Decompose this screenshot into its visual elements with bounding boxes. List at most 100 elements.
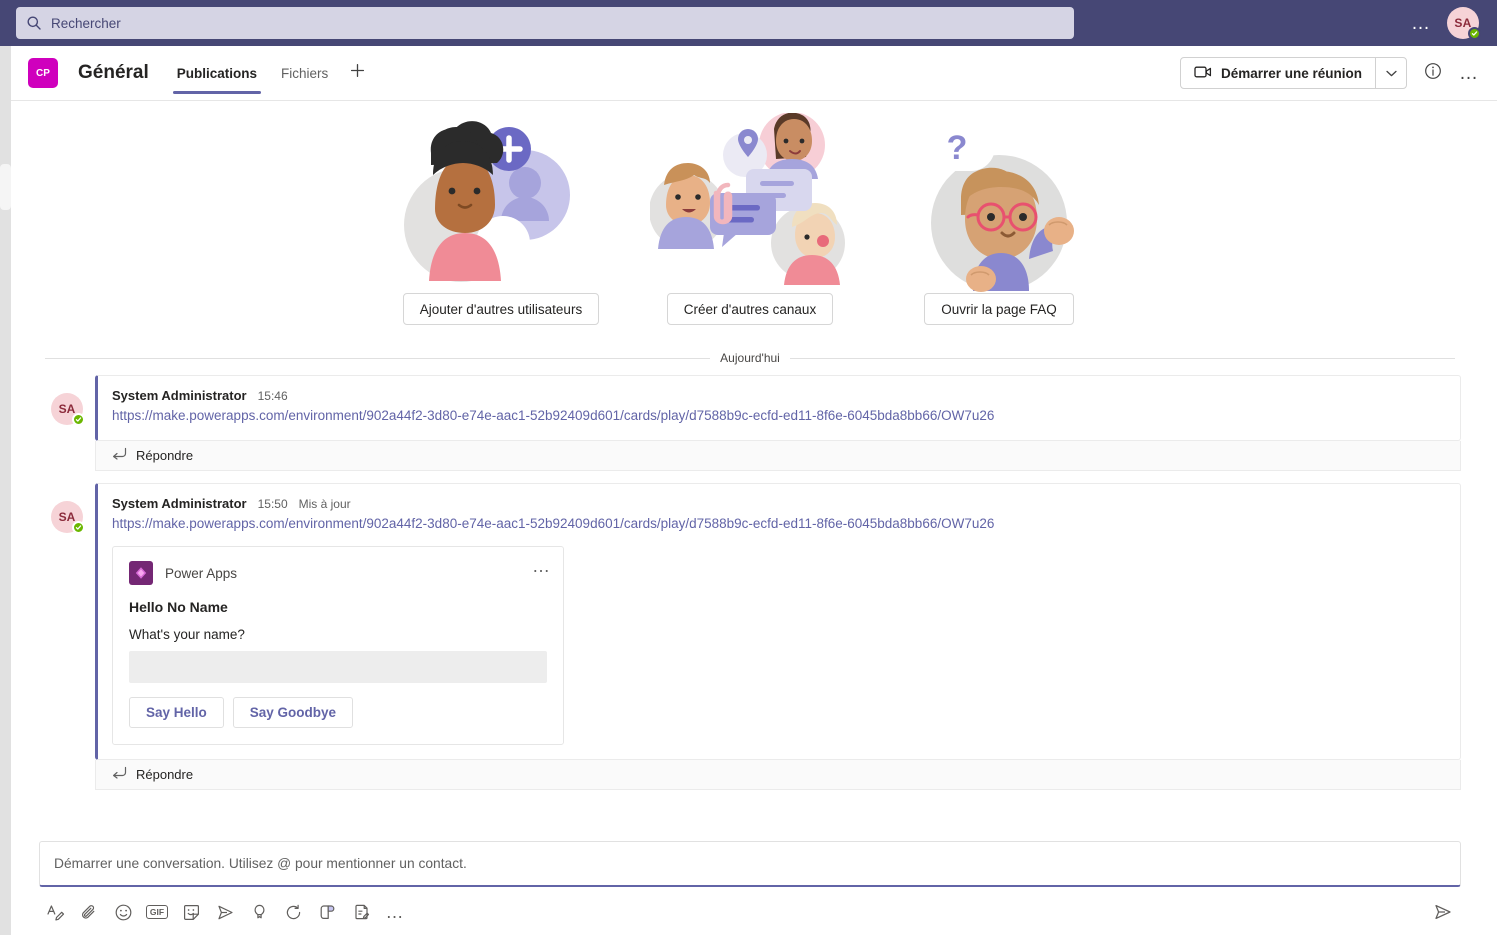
message-edited-label: Mis à jour (298, 497, 351, 511)
start-meeting-main[interactable]: Démarrer une réunion (1181, 58, 1375, 88)
day-divider: Aujourd'hui (39, 351, 1461, 365)
gif-icon[interactable]: GIF (143, 898, 171, 926)
search-icon (26, 15, 42, 31)
more-options-icon[interactable]: … (381, 898, 409, 926)
conversation-area: Ajouter d'autres utilisateurs Créer d'au… (11, 101, 1497, 841)
schedule-send-icon[interactable] (211, 898, 239, 926)
add-more-people-button[interactable]: Ajouter d'autres utilisateurs (402, 293, 600, 325)
sticker-icon[interactable] (177, 898, 205, 926)
day-divider-label: Aujourd'hui (720, 351, 780, 365)
avatar-initials: SA (58, 402, 76, 416)
reply-button[interactable]: Répondre (95, 760, 1461, 790)
message-block: System Administrator 15:50 Mis à jour ht… (95, 483, 1461, 790)
format-text-icon[interactable] (41, 898, 69, 926)
presence-available-icon (72, 521, 85, 534)
attach-paperclip-icon[interactable] (75, 898, 103, 926)
divider-line-left (45, 357, 711, 359)
add-members-illustration (401, 101, 601, 293)
message-block: System Administrator 15:46 https://make.… (95, 375, 1461, 471)
power-apps-icon (129, 561, 153, 585)
compose-area: GIF (11, 841, 1497, 935)
emoji-smiley-icon[interactable] (109, 898, 137, 926)
start-meeting-label: Démarrer une réunion (1220, 65, 1362, 81)
message-meta: System Administrator 15:50 Mis à jour (112, 496, 1444, 511)
approvals-icon[interactable] (347, 898, 375, 926)
main-content: CP Général Publications Fichiers Démarre… (11, 46, 1497, 935)
open-faq-page-button[interactable]: Ouvrir la page FAQ (924, 293, 1074, 325)
reply-label: Répondre (136, 767, 194, 782)
presence-available-icon (1468, 27, 1481, 40)
avatar-initials: SA (58, 510, 76, 524)
divider-line-right (789, 357, 1456, 359)
presence-available-icon (72, 413, 85, 426)
welcome-panel: Ajouter d'autres utilisateurs Créer d'au… (39, 101, 1461, 325)
app-body: CP Général Publications Fichiers Démarre… (0, 46, 1497, 935)
apps-icon[interactable] (313, 898, 341, 926)
create-more-channels-button[interactable]: Créer d'autres canaux (666, 293, 834, 325)
titlebar-right-group: … SA (1411, 7, 1487, 40)
team-avatar-initials: CP (36, 67, 50, 79)
power-apps-card-more-button[interactable]: … (532, 557, 551, 575)
team-avatar[interactable]: CP (28, 58, 58, 88)
message-timestamp: 15:46 (257, 389, 288, 403)
video-camera-icon (1194, 65, 1212, 82)
start-meeting-dropdown[interactable] (1375, 58, 1406, 88)
praise-badge-icon[interactable] (245, 898, 273, 926)
message-card[interactable]: System Administrator 15:46 https://make.… (95, 375, 1461, 441)
welcome-card-add-members: Ajouter d'autres utilisateurs (377, 101, 626, 325)
gif-label: GIF (146, 905, 168, 919)
compose-toolbar: GIF … (39, 887, 1461, 927)
message-author: System Administrator (112, 496, 247, 511)
tab-publications[interactable]: Publications (165, 46, 269, 101)
faq-question-illustration: ? (899, 101, 1099, 293)
message-author: System Administrator (112, 388, 247, 403)
welcome-card-faq: ? Ouvrir la page FAQ (875, 101, 1124, 325)
plus-icon (349, 62, 366, 84)
power-apps-card: … Power Apps Hello No Name What's your n… (112, 546, 564, 745)
name-input[interactable] (129, 651, 547, 683)
say-goodbye-button[interactable]: Say Goodbye (232, 697, 354, 728)
power-apps-card-header: Power Apps (129, 561, 547, 585)
search-box[interactable]: Rechercher (16, 7, 1074, 39)
send-paper-plane-icon[interactable] (1429, 898, 1457, 926)
power-apps-card-actions: Say Hello Say Goodbye (129, 697, 547, 728)
title-bar: Rechercher … SA (0, 0, 1497, 46)
message-link[interactable]: https://make.powerapps.com/environment/9… (112, 514, 1444, 534)
chevron-down-icon (1385, 64, 1397, 82)
message-item: SA System Administrator 15:46 https://ma… (39, 375, 1461, 471)
message-card[interactable]: System Administrator 15:50 Mis à jour ht… (95, 483, 1461, 760)
message-item: SA System Administrator 15:50 Mis à jour (39, 483, 1461, 790)
channel-info-button[interactable] (1421, 61, 1445, 85)
add-tab-button[interactable] (340, 46, 374, 101)
message-link[interactable]: https://make.powerapps.com/environment/9… (112, 406, 1444, 426)
start-meeting-button[interactable]: Démarrer une réunion (1179, 57, 1407, 89)
channel-header: CP Général Publications Fichiers Démarre… (11, 46, 1497, 101)
reply-arrow-icon (112, 447, 127, 465)
avatar[interactable]: SA (1447, 7, 1481, 40)
channel-more-options-button[interactable]: … (1459, 64, 1479, 83)
tab-fichiers-label: Fichiers (281, 65, 329, 81)
reply-arrow-icon (112, 766, 127, 784)
reply-label: Répondre (136, 448, 194, 463)
reply-button[interactable]: Répondre (95, 441, 1461, 471)
message-avatar-wrap: SA (39, 375, 95, 426)
page-title: Général (78, 62, 149, 83)
power-apps-app-name: Power Apps (165, 565, 238, 581)
conversation-inner: Ajouter d'autres utilisateurs Créer d'au… (11, 101, 1497, 790)
avatar[interactable]: SA (51, 501, 85, 534)
info-circle-icon (1424, 62, 1442, 85)
welcome-card-create-channels: Créer d'autres canaux (626, 101, 875, 325)
titlebar-more-button[interactable]: … (1411, 14, 1431, 33)
loop-refresh-icon[interactable] (279, 898, 307, 926)
message-avatar-wrap: SA (39, 483, 95, 534)
tab-publications-label: Publications (176, 65, 258, 81)
tab-fichiers[interactable]: Fichiers (269, 46, 340, 101)
message-meta: System Administrator 15:46 (112, 388, 1444, 403)
search-input-placeholder: Rechercher (51, 15, 121, 31)
power-apps-card-question: What's your name? (129, 627, 245, 642)
compose-box[interactable] (39, 841, 1461, 887)
avatar[interactable]: SA (51, 393, 85, 426)
say-hello-button[interactable]: Say Hello (129, 697, 224, 728)
message-input[interactable] (54, 856, 1446, 871)
left-scroll-rail[interactable] (0, 46, 11, 935)
